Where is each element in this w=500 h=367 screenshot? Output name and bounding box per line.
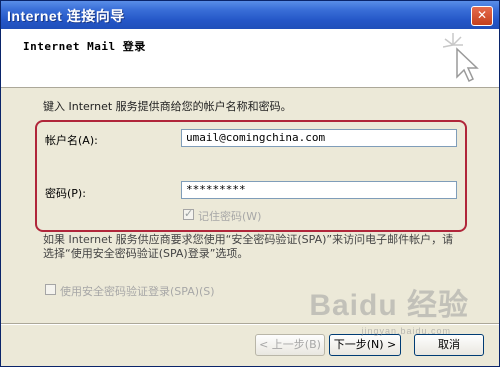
baidu-watermark-url: jingyan.baidu.com (361, 326, 451, 336)
spa-checkbox[interactable] (45, 284, 56, 295)
close-icon[interactable]: ✕ (471, 6, 493, 26)
baidu-watermark: Baidu 经验 (309, 289, 469, 322)
cancel-button[interactable]: 取消 (414, 334, 484, 356)
page-heading: Internet Mail 登录 (23, 40, 146, 53)
title-bar[interactable]: Internet 连接向导 ✕ (1, 1, 499, 29)
password-label: 密码(P): (45, 187, 86, 200)
remember-password-checkbox[interactable] (183, 207, 194, 220)
account-name-input[interactable]: umail@comingchina.com (181, 129, 457, 147)
wizard-window: Internet 连接向导 ✕ Internet Mail 登录 键入 Inte… (0, 0, 500, 367)
wizard-header: Internet Mail 登录 (1, 29, 499, 88)
password-input[interactable]: ********* (181, 181, 457, 199)
account-name-label: 帐户名(A): (45, 134, 98, 147)
back-button[interactable]: < 上一步(B) (255, 334, 325, 356)
wizard-cursor-icon (443, 33, 479, 83)
next-button[interactable]: 下一步(N) > (329, 334, 401, 356)
remember-password-label: 记住密码(W) (198, 210, 262, 223)
spa-checkbox-label: 使用安全密码验证登录(SPA)(S) (60, 285, 215, 298)
spa-description: 如果 Internet 服务供应商要求您使用“安全密码验证(SPA)”来访问电子… (43, 233, 454, 260)
window-title: Internet 连接向导 (7, 8, 125, 24)
intro-text: 键入 Internet 服务提供商给您的帐户名称和密码。 (43, 100, 292, 113)
